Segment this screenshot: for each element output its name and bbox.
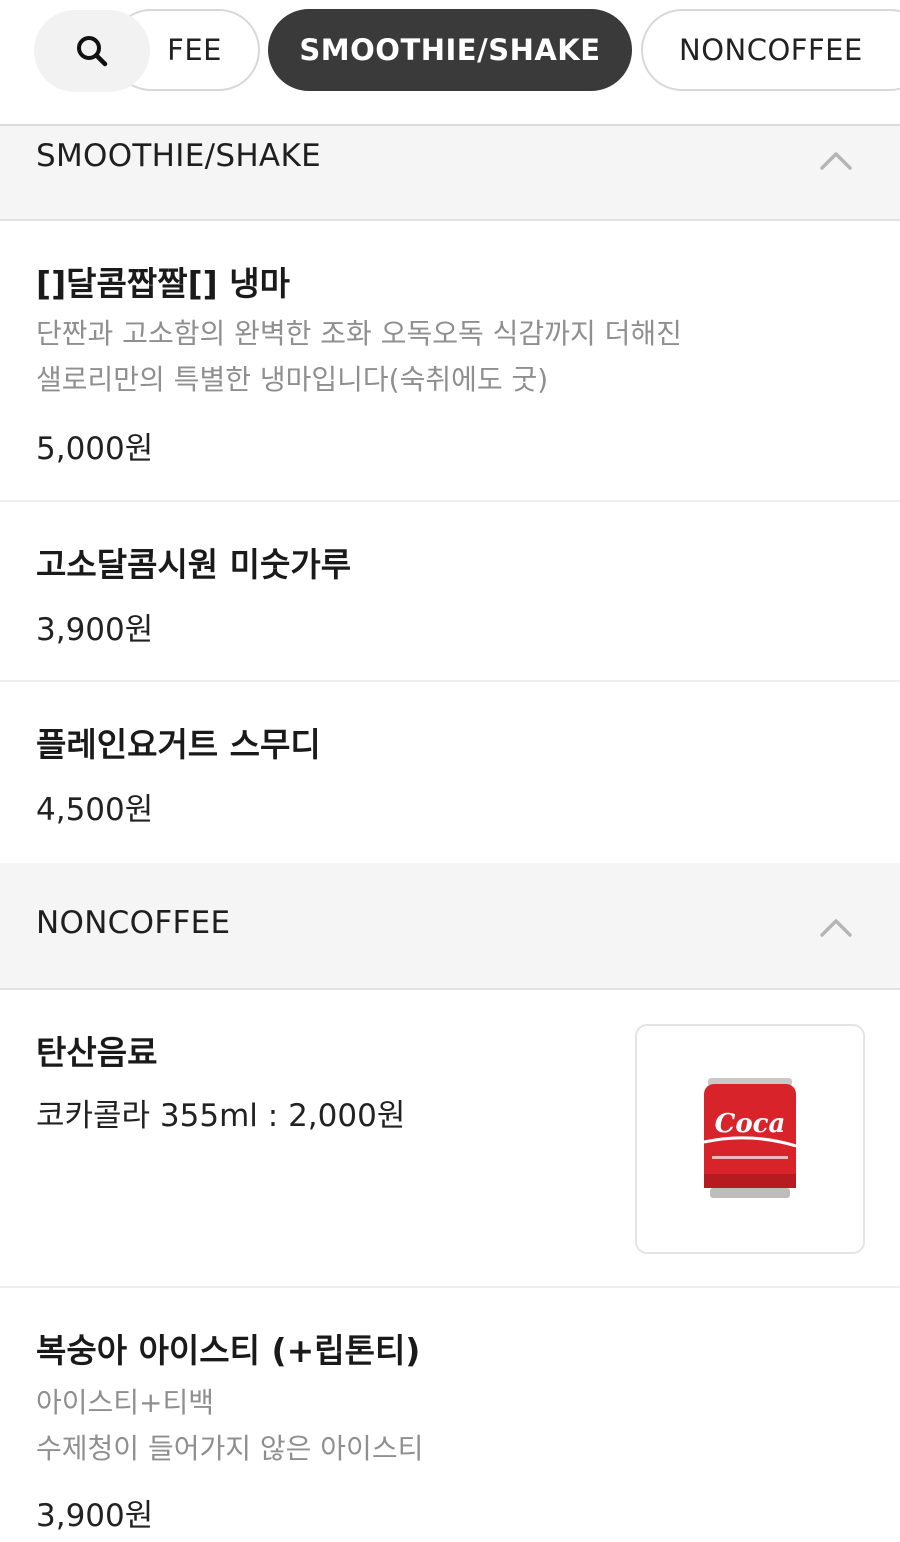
menu-item[interactable]: 플레인요거트 스무디 4,500원: [0, 682, 900, 863]
item-price: 5,000원: [36, 431, 154, 467]
item-name: 플레인요거트 스무디: [36, 725, 321, 764]
search-icon: [77, 36, 108, 67]
item-price: 3,900원: [36, 1498, 154, 1534]
item-name: 탄산음료: [36, 1033, 158, 1072]
item-thumbnail[interactable]: Coca: [635, 1024, 865, 1254]
menu-item[interactable]: 복숭아 아이스티 (+립톤티) 아이스티+티백 수제청이 들어가지 않은 아이스…: [0, 1288, 900, 1542]
section-title: NONCOFFEE: [36, 905, 231, 941]
item-name: []달콤짭짤[] 냉마: [36, 264, 290, 303]
tab-coffee-label: FEE: [167, 33, 222, 67]
chevron-up-icon[interactable]: [818, 148, 854, 172]
tab-smoothie-shake[interactable]: SMOOTHIE/SHAKE: [268, 9, 632, 91]
section-header-smoothie-shake[interactable]: SMOOTHIE/SHAKE: [0, 126, 900, 221]
item-description: 샐로리만의 특별한 냉마입니다(숙취에도 굿): [36, 363, 549, 396]
item-description: 단짠과 고소함의 완벽한 조화 오독오독 식감까지 더해진: [36, 317, 682, 350]
menu-item[interactable]: 탄산음료 코카콜라 355ml : 2,000원 Coca: [0, 990, 900, 1288]
item-name: 고소달콤시원 미숫가루: [36, 545, 352, 584]
tab-noncoffee-label: NONCOFFEE: [679, 33, 863, 67]
search-button[interactable]: [34, 10, 150, 92]
item-name: 복숭아 아이스티 (+립톤티): [36, 1331, 421, 1370]
menu-item[interactable]: 고소달콤시원 미숫가루 3,900원: [0, 502, 900, 682]
chevron-up-icon[interactable]: [818, 915, 854, 939]
item-price: 4,500원: [36, 792, 154, 828]
category-tab-bar: FEE SMOOTHIE/SHAKE NONCOFFEE: [0, 0, 900, 126]
item-price: 3,900원: [36, 612, 154, 648]
tab-noncoffee[interactable]: NONCOFFEE: [641, 9, 900, 91]
item-price-detail: 코카콜라 355ml : 2,000원: [36, 1098, 406, 1134]
section-header-noncoffee[interactable]: NONCOFFEE: [0, 863, 900, 990]
tab-smoothie-shake-label: SMOOTHIE/SHAKE: [299, 33, 601, 67]
item-description: 아이스티+티백: [36, 1386, 215, 1419]
svg-text:Coca: Coca: [715, 1109, 786, 1139]
menu-item[interactable]: []달콤짭짤[] 냉마 단짠과 고소함의 완벽한 조화 오독오독 식감까지 더해…: [0, 221, 900, 502]
coca-cola-can-image: Coca: [703, 1078, 797, 1198]
section-title: SMOOTHIE/SHAKE: [36, 138, 321, 174]
item-description: 수제청이 들어가지 않은 아이스티: [36, 1432, 424, 1465]
